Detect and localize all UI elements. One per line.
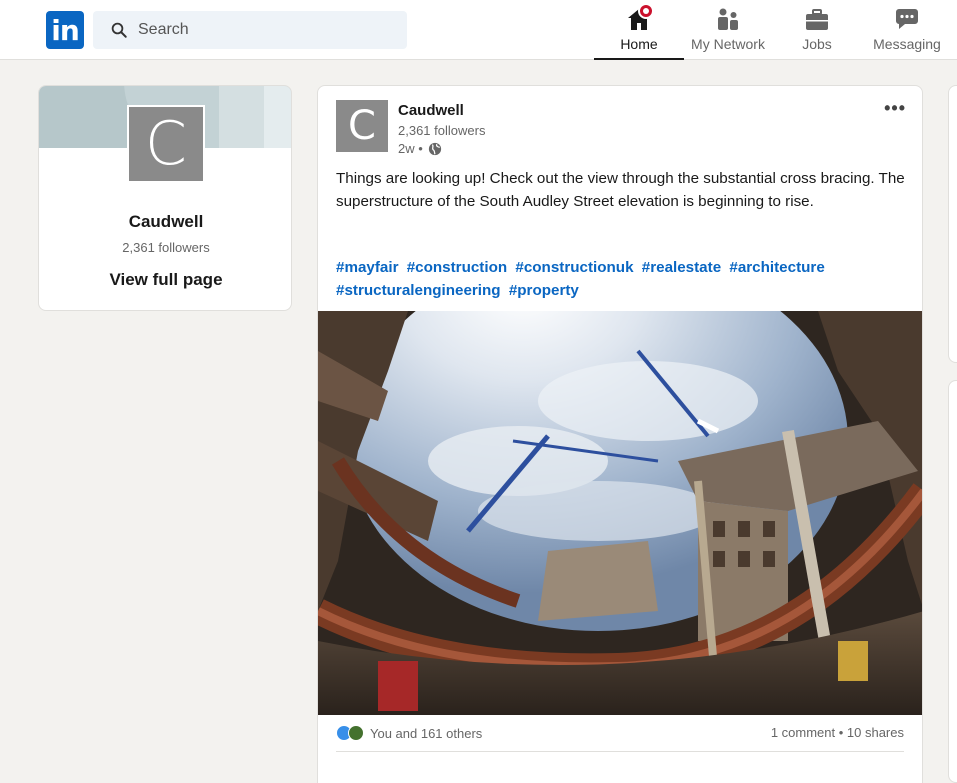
nav-item-my-network[interactable]: My Network [690, 5, 766, 60]
hashtag-link[interactable]: #architecture [729, 259, 824, 276]
nav-item-label: Home [620, 36, 658, 52]
post-author-followers: 2,361 followers [398, 123, 486, 138]
company-name[interactable]: Caudwell [39, 212, 291, 232]
hashtag-link[interactable]: #constructionuk [515, 259, 633, 276]
linkedin-logo[interactable]: in [46, 11, 84, 49]
hashtag-link[interactable]: #mayfair [336, 259, 398, 276]
search-icon [111, 22, 127, 38]
notification-badge [638, 3, 654, 19]
message-icon [892, 5, 922, 31]
nav-item-messaging[interactable]: Messaging [872, 5, 942, 60]
post-timestamp: 2w • [398, 141, 442, 156]
right-rail-card [948, 380, 957, 783]
post-hashtags: #mayfair #construction #constructionuk #… [336, 257, 906, 302]
company-logo[interactable]: C [127, 105, 205, 183]
briefcase-icon [802, 5, 832, 31]
nav-item-jobs[interactable]: Jobs [792, 5, 842, 60]
hashtag-link[interactable]: #realestate [642, 259, 721, 276]
home-icon [624, 3, 654, 31]
company-followers: 2,361 followers [122, 240, 210, 255]
search-box[interactable] [93, 11, 407, 49]
search-input[interactable] [138, 21, 378, 39]
nav-item-label: Jobs [802, 36, 832, 52]
reactions-count: You and 161 others [370, 725, 483, 741]
celebrate-reaction-icon [348, 725, 364, 741]
post-menu-button[interactable]: ••• [884, 98, 906, 119]
post-image[interactable] [318, 311, 922, 715]
post-body-text: Things are looking up! Check out the vie… [336, 170, 905, 210]
globe-icon [428, 142, 441, 155]
post-reactions[interactable]: You and 161 others [336, 725, 482, 741]
nav-item-home[interactable]: Home [594, 3, 684, 60]
hashtag-link[interactable]: #construction [407, 259, 507, 276]
comments-shares-count[interactable]: 1 comment • 10 shares [771, 725, 904, 740]
hashtag-link[interactable]: #structuralengineering [336, 282, 501, 299]
right-rail-card [948, 85, 957, 363]
view-full-page-link[interactable]: View full page [39, 270, 291, 290]
divider [336, 751, 904, 752]
company-card: C Caudwell 2,361 followers View full pag… [38, 85, 292, 311]
post-author-name[interactable]: Caudwell [398, 102, 464, 119]
nav-item-label: My Network [691, 36, 765, 52]
top-nav-bar: in Home My Network Jobs Messaging [0, 0, 957, 60]
nav-item-label: Messaging [873, 36, 941, 52]
post-author-logo[interactable]: C [336, 100, 388, 152]
network-icon [713, 5, 743, 31]
post-time-text: 2w • [398, 141, 423, 156]
hashtag-link[interactable]: #property [509, 282, 579, 299]
feed-post: C Caudwell 2,361 followers 2w • ••• Thin… [317, 85, 923, 783]
